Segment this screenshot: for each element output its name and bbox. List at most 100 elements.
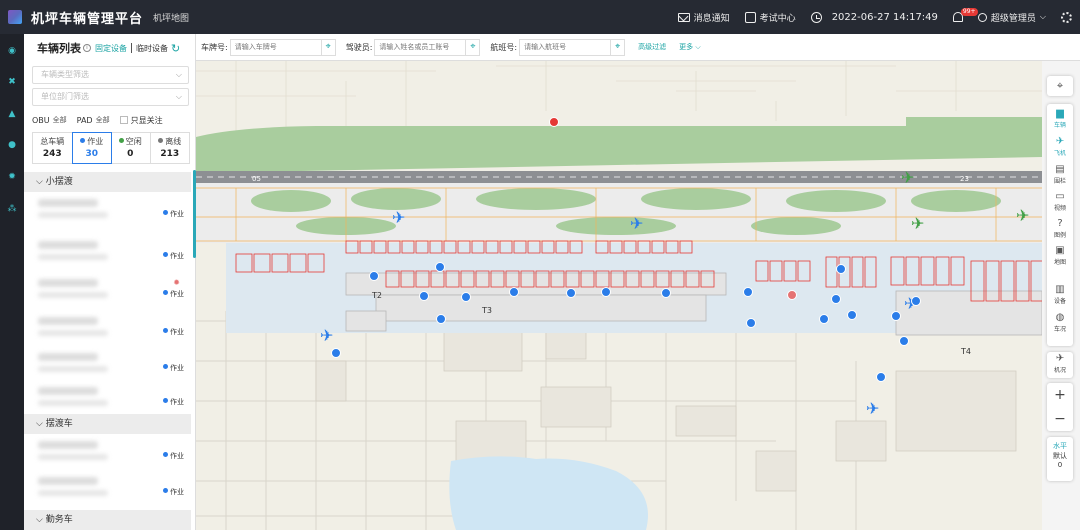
user-menu[interactable]: 超级管理员 ⌵ bbox=[977, 11, 1046, 24]
vehicle-marker-icon[interactable] bbox=[549, 117, 559, 127]
zoom-in-button[interactable]: + bbox=[1047, 383, 1073, 407]
exam-label: 考试中心 bbox=[759, 13, 796, 24]
airport-map[interactable]: 05 23 T2 T3 T4 ✈ ✈ ✈ ✈ ✈ ✈ ✈ ✈ bbox=[196, 61, 1042, 530]
settings-button[interactable] bbox=[1061, 11, 1072, 23]
vehicle-list-item[interactable]: 作业 bbox=[34, 196, 194, 226]
aircraft-status-button[interactable]: ✈ 机况 bbox=[1047, 352, 1073, 378]
vehicle-list-item[interactable]: 作业 bbox=[34, 384, 194, 414]
nav-map-icon[interactable]: ◉ bbox=[7, 46, 17, 56]
vehicle-marker-icon[interactable] bbox=[331, 348, 341, 358]
only-follow-checkbox[interactable] bbox=[119, 116, 128, 124]
vehicle-marker-icon[interactable] bbox=[566, 288, 576, 298]
stat-value: 30 bbox=[85, 149, 99, 159]
vehicle-dept-blurred bbox=[38, 490, 108, 496]
vehicle-marker-icon[interactable] bbox=[899, 336, 909, 346]
layer-video-button[interactable]: ▭ 视频 bbox=[1047, 191, 1073, 212]
group-header[interactable]: ⌵ 勤务车 bbox=[24, 510, 191, 530]
layer-plane-button[interactable]: ✈ 飞机 bbox=[1047, 136, 1073, 157]
plane-icon[interactable]: ✈ bbox=[630, 214, 643, 233]
group-header[interactable]: ⌵ 摆渡车 bbox=[24, 414, 191, 434]
map-canvas[interactable]: 05 23 T2 T3 T4 ✈ ✈ ✈ ✈ ✈ ✈ ✈ ✈ bbox=[196, 61, 1042, 530]
car-status-button[interactable]: ◍ 车况 bbox=[1047, 312, 1073, 333]
layer-stand-button[interactable]: ▤ 围栏 bbox=[1047, 164, 1073, 185]
vehicle-marker-icon[interactable] bbox=[509, 287, 519, 297]
nav-settings-icon[interactable]: ✹ bbox=[7, 172, 17, 182]
vehicle-marker-icon[interactable] bbox=[601, 287, 611, 297]
left-nav-rail: ◉ ✖ ▲ ● ✹ ⁂ » bbox=[0, 34, 24, 530]
vehicle-marker-icon[interactable] bbox=[746, 318, 756, 328]
status-text: 作业 bbox=[170, 398, 184, 406]
stat-idle[interactable]: 空闲 0 bbox=[111, 133, 151, 163]
status-dot bbox=[163, 328, 168, 333]
locate-pin-icon[interactable]: ⌖ bbox=[321, 38, 336, 56]
vehicle-marker-icon[interactable] bbox=[436, 314, 446, 324]
obu-select[interactable]: 全部 bbox=[53, 115, 67, 125]
locate-pin-icon[interactable]: ⌖ bbox=[611, 38, 626, 56]
vehicle-marker-icon[interactable] bbox=[891, 311, 901, 321]
map-style-button[interactable]: ▣ 地图 bbox=[1047, 245, 1073, 266]
vehicle-marker-icon[interactable] bbox=[419, 291, 429, 301]
vehicle-marker-icon[interactable] bbox=[847, 310, 857, 320]
status-dot bbox=[163, 364, 168, 369]
vehicle-list-item[interactable]: 作业 bbox=[34, 314, 194, 344]
stat-offline[interactable]: 离线 213 bbox=[151, 133, 190, 163]
stat-total[interactable]: 总车辆 243 bbox=[33, 133, 73, 163]
vehicle-marker-icon[interactable] bbox=[831, 294, 841, 304]
vehicle-marker-icon[interactable] bbox=[787, 290, 797, 300]
notify-button[interactable]: 消息通知 bbox=[677, 11, 730, 24]
advanced-filter-link[interactable]: 高级过滤 bbox=[638, 42, 666, 52]
mail-icon bbox=[677, 12, 690, 22]
device-button[interactable]: ▥ 设备 bbox=[1047, 284, 1073, 305]
locate-button[interactable]: ⌖ bbox=[1047, 76, 1073, 96]
temp-device-link[interactable]: 临时设备 bbox=[136, 43, 168, 54]
vehicle-marker-icon[interactable] bbox=[876, 372, 886, 382]
status-dot bbox=[163, 252, 168, 257]
flight-input[interactable] bbox=[519, 38, 612, 56]
info-icon[interactable]: i bbox=[83, 44, 91, 52]
stat-working[interactable]: 作业 30 bbox=[71, 132, 112, 164]
plane-icon[interactable]: ✈ bbox=[392, 208, 405, 227]
nav-vehicle-icon[interactable]: ▲ bbox=[7, 109, 17, 119]
vehicle-dept-blurred bbox=[38, 212, 108, 218]
vehicle-list-item[interactable]: 作业 bbox=[34, 238, 194, 268]
vehicle-status: 作业 bbox=[163, 251, 184, 261]
plane-icon[interactable]: ✈ bbox=[901, 168, 914, 187]
status-dot bbox=[118, 138, 124, 143]
nav-tools-icon[interactable]: ✖ bbox=[7, 77, 17, 87]
layer-vehicle-button[interactable]: ▆ 车辆 bbox=[1047, 108, 1073, 129]
zoom-out-button[interactable]: − bbox=[1047, 407, 1073, 431]
locate-pin-icon[interactable]: ⌖ bbox=[466, 38, 481, 56]
vehicle-marker-icon[interactable] bbox=[461, 292, 471, 302]
vehicle-list-item[interactable]: 作业 bbox=[34, 438, 194, 468]
vehicle-list-item[interactable]: ✹ 作业 bbox=[34, 276, 194, 306]
plane-icon[interactable]: ✈ bbox=[911, 214, 924, 233]
exam-center-button[interactable]: 考试中心 bbox=[744, 11, 796, 24]
driver-input[interactable] bbox=[374, 38, 467, 56]
vehicle-marker-icon[interactable] bbox=[435, 262, 445, 272]
vehicle-list-item[interactable]: 作业 bbox=[34, 350, 194, 380]
pad-select[interactable]: 全部 bbox=[96, 115, 110, 125]
plane-icon[interactable]: ✈ bbox=[1016, 206, 1029, 225]
legend-button[interactable]: ? 图例 bbox=[1047, 218, 1073, 239]
more-link[interactable]: 更多 ⌵ bbox=[679, 42, 701, 52]
plane-icon[interactable]: ✈ bbox=[320, 326, 333, 345]
vehicle-list-item[interactable]: 作业 bbox=[34, 474, 194, 504]
alert-bell-button[interactable]: 99+ bbox=[952, 8, 978, 22]
nav-org-icon[interactable]: ⁂ bbox=[7, 204, 17, 214]
plate-input[interactable] bbox=[229, 38, 322, 56]
fixed-device-link[interactable]: 固定设备 bbox=[95, 43, 127, 54]
vehicle-marker-icon[interactable] bbox=[819, 314, 829, 324]
refresh-icon[interactable]: ↻ bbox=[171, 42, 180, 55]
vehicle-marker-icon[interactable] bbox=[661, 288, 671, 298]
vehicle-marker-icon[interactable] bbox=[836, 264, 846, 274]
level-control[interactable]: 水平 默认 0 bbox=[1047, 437, 1073, 481]
department-select[interactable]: 单位部门筛选 ⌵ bbox=[32, 88, 189, 106]
vehicle-marker-icon[interactable] bbox=[369, 271, 379, 281]
vehicle-marker-icon[interactable] bbox=[911, 296, 921, 306]
vehicle-type-select[interactable]: 车辆类型筛选 ⌵ bbox=[32, 66, 189, 84]
group-header[interactable]: ⌵ 小摆渡 bbox=[24, 172, 191, 192]
plane-icon[interactable]: ✈ bbox=[866, 399, 879, 418]
nav-search-icon[interactable]: ● bbox=[7, 140, 17, 150]
layer-label: 地图 bbox=[1053, 259, 1066, 266]
vehicle-marker-icon[interactable] bbox=[743, 287, 753, 297]
